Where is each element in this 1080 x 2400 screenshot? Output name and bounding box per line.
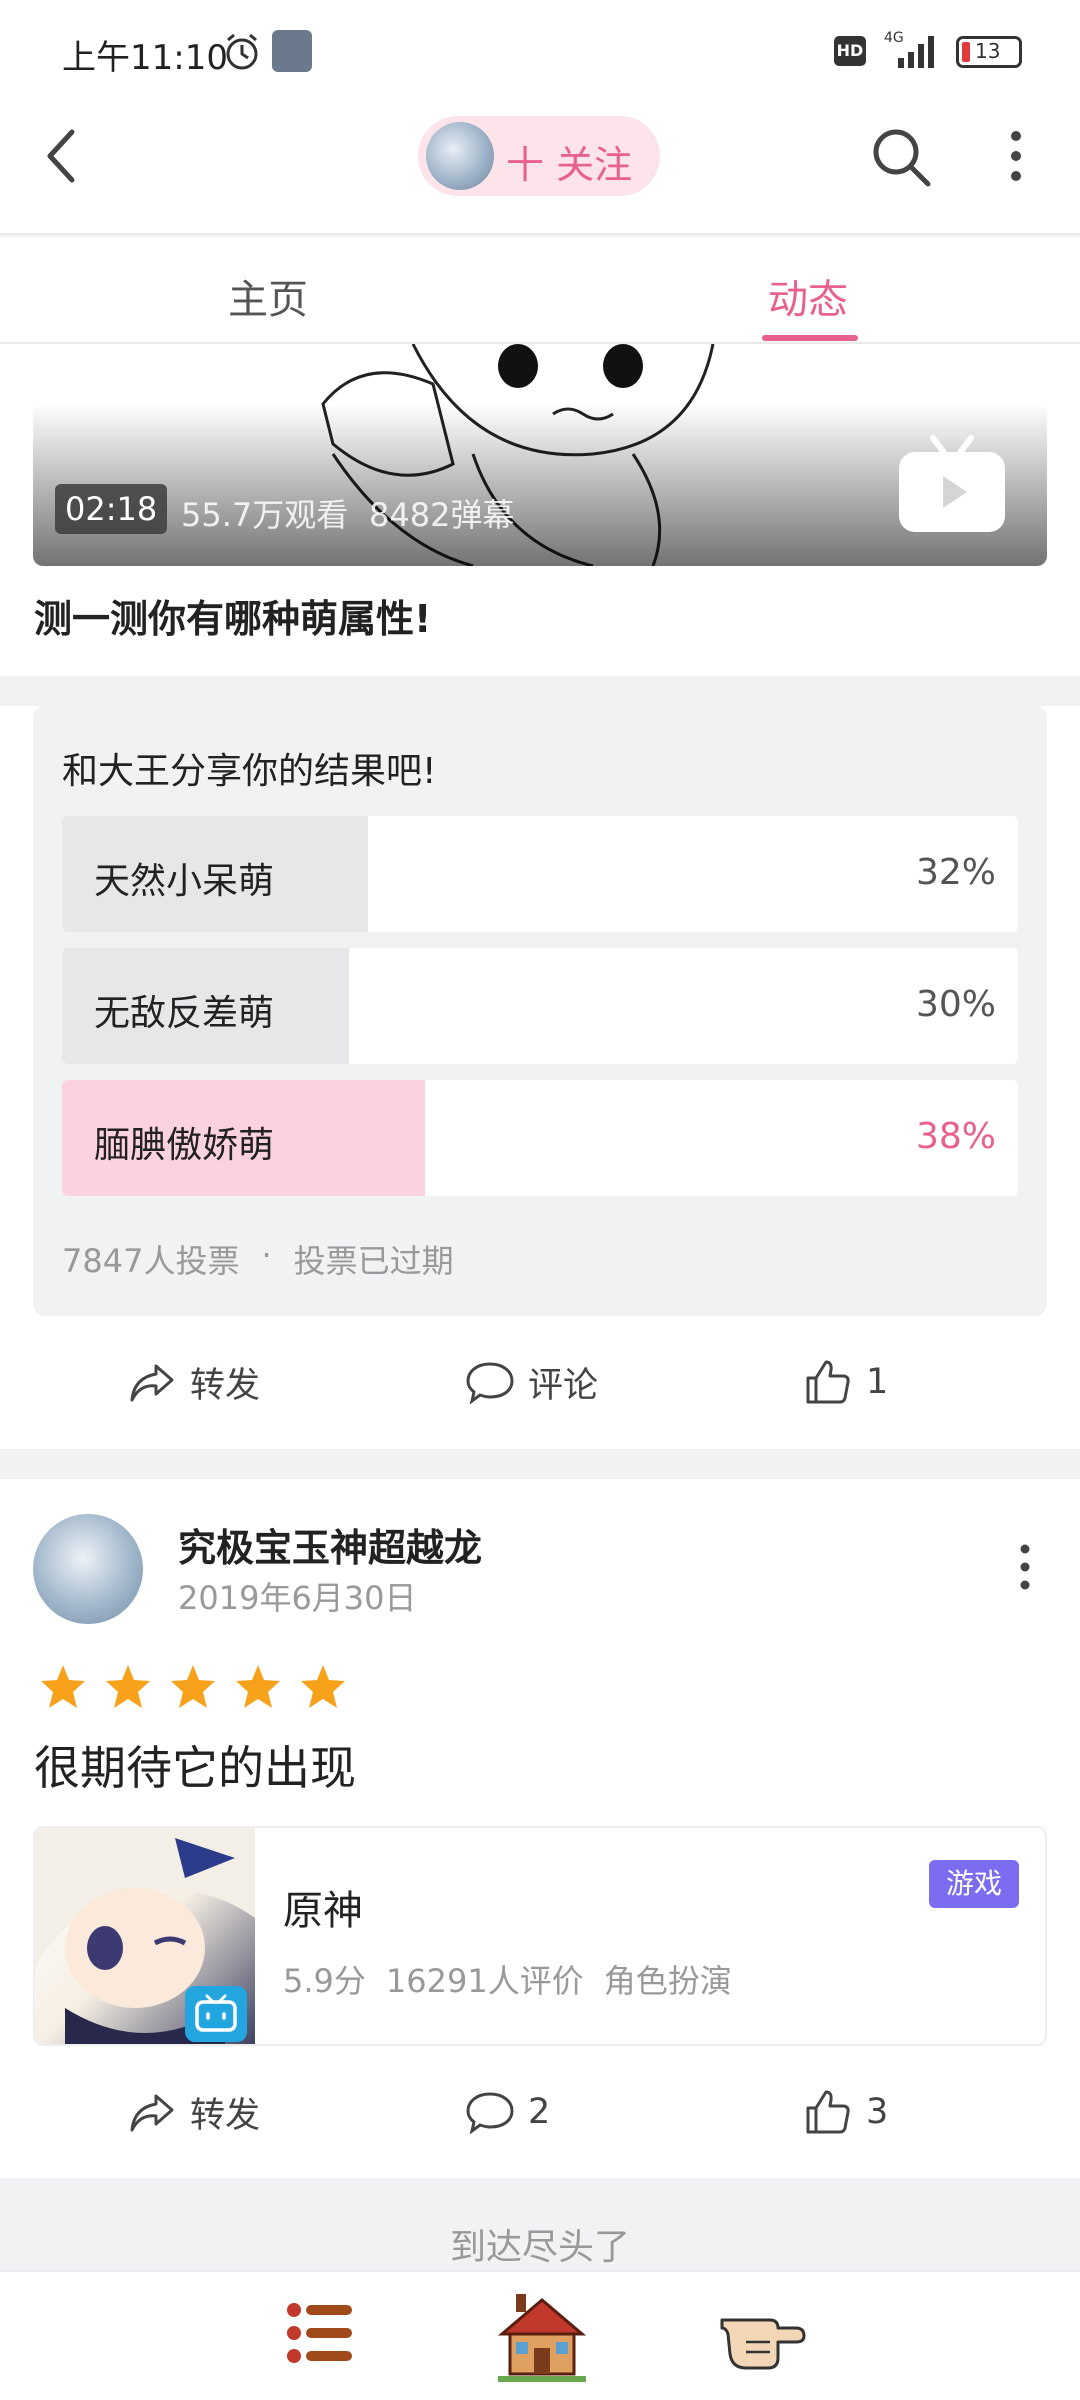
poll-option-percent: 32% xyxy=(915,852,996,893)
like-count: 1 xyxy=(866,1362,889,1402)
poll-option-label: 天然小呆萌 xyxy=(94,861,275,902)
alarm-icon xyxy=(226,33,258,70)
comment-label: 评论 xyxy=(528,1365,599,1406)
game-review-count: 16291人评价 xyxy=(385,1962,584,2000)
share-button[interactable]: 转发 xyxy=(126,2086,260,2138)
avatar xyxy=(426,122,494,190)
poll-option: 无敌反差萌 30% xyxy=(62,948,1018,1064)
poll-status: 投票已过期 xyxy=(293,1242,454,1280)
author-avatar[interactable] xyxy=(33,1514,143,1624)
game-card[interactable]: 原神 游戏 5.9分 16291人评价 角色扮演 xyxy=(33,1826,1047,2046)
tab-dynamics[interactable]: 动态 xyxy=(768,267,848,325)
poll-option-percent: 38% xyxy=(915,1116,996,1157)
post-date: 2019年6月30日 xyxy=(178,1579,417,1617)
follow-pill[interactable]: 十 关注 xyxy=(418,116,660,196)
poll-option-percent: 30% xyxy=(915,984,996,1025)
video-danmaku: 8482弹幕 xyxy=(369,496,515,534)
comment-count: 2 xyxy=(528,2092,551,2132)
author-name[interactable]: 究极宝玉神超越龙 xyxy=(178,1517,482,1572)
game-name: 原神 xyxy=(283,1888,363,1934)
star-icon xyxy=(171,1665,215,1708)
battery-icon: 13 xyxy=(956,36,1022,68)
poll-option-label: 腼腆傲娇萌 xyxy=(94,1125,275,1166)
app-notification-icon xyxy=(272,30,312,72)
poll-separator: · xyxy=(261,1236,272,1274)
share-icon xyxy=(130,1364,174,1402)
bottom-nav xyxy=(0,2270,1080,2400)
review-text: 很期待它的出现 xyxy=(34,1741,356,1795)
video-duration: 02:18 xyxy=(55,484,168,534)
like-count: 3 xyxy=(866,2092,889,2132)
star-icon xyxy=(301,1665,345,1708)
share-button[interactable]: 转发 xyxy=(126,1356,260,1408)
more-icon[interactable] xyxy=(998,126,1034,186)
poll-footer: 7847人投票 · 投票已过期 xyxy=(62,1236,454,1282)
poll-option: 天然小呆萌 32% xyxy=(62,816,1018,932)
video-thumbnail[interactable]: 02:18 55.7万观看 8482弹幕 xyxy=(33,344,1047,566)
comment-icon xyxy=(466,1362,514,1405)
game-meta: 5.9分 16291人评价 角色扮演 xyxy=(283,1956,732,2002)
poll-option-label: 无敌反差萌 xyxy=(94,993,275,1034)
game-score: 5.9分 xyxy=(283,1962,366,2000)
search-icon[interactable] xyxy=(868,124,934,190)
status-time: 上午11:10 xyxy=(62,38,228,78)
pointing-hand-icon[interactable] xyxy=(718,2300,810,2374)
post-more-icon[interactable] xyxy=(1008,1539,1042,1595)
end-of-feed-text: 到达尽头了 xyxy=(449,2227,630,2268)
star-icon xyxy=(106,1665,150,1708)
game-genre: 角色扮演 xyxy=(603,1962,732,2000)
hd-icon: HD xyxy=(834,36,866,66)
thumbs-up-icon xyxy=(806,1360,850,1404)
poll-post: 和大王分享你的结果吧! 天然小呆萌 32% 无敌反差萌 30% 腼腆傲娇萌 38… xyxy=(0,706,1080,1449)
game-badge: 游戏 xyxy=(929,1860,1019,1908)
back-icon[interactable] xyxy=(40,126,84,186)
game-cover xyxy=(35,1828,255,2044)
like-button[interactable]: 1 xyxy=(802,1356,888,1408)
star-icon xyxy=(236,1665,280,1708)
video-post: 02:18 55.7万观看 8482弹幕 测一测你有哪种萌属性! xyxy=(0,344,1080,676)
thumbs-up-icon xyxy=(806,2090,850,2134)
tab-home[interactable]: 主页 xyxy=(228,267,308,325)
video-views: 55.7万观看 xyxy=(181,496,349,534)
comment-button[interactable]: 2 xyxy=(464,2086,550,2138)
share-label: 转发 xyxy=(190,1365,261,1406)
follow-button[interactable]: 十 关注 xyxy=(506,134,632,189)
home-house-icon[interactable] xyxy=(498,2290,586,2382)
bilibili-badge-icon xyxy=(185,1986,247,2042)
poll-option-selected: 腼腆傲娇萌 38% xyxy=(62,1080,1018,1196)
like-button[interactable]: 3 xyxy=(802,2086,888,2138)
list-menu-icon[interactable] xyxy=(284,2296,358,2370)
tv-play-icon[interactable] xyxy=(895,432,1009,536)
star-icon xyxy=(41,1665,85,1708)
tab-indicator xyxy=(762,335,858,341)
poll-prompt: 和大王分享你的结果吧! xyxy=(62,751,437,792)
comment-button[interactable]: 评论 xyxy=(464,1356,598,1408)
top-bar: 十 关注 xyxy=(0,100,1080,235)
status-bar: 上午11:10 HD 4G 13 xyxy=(0,0,1080,100)
share-icon xyxy=(130,2094,174,2132)
tab-bar: 主页 动态 xyxy=(0,237,1080,344)
battery-level: 13 xyxy=(975,39,1001,63)
video-title[interactable]: 测一测你有哪种萌属性! xyxy=(34,588,431,643)
signal-icon xyxy=(898,36,934,68)
poll-votes: 7847人投票 xyxy=(62,1242,240,1280)
comment-icon xyxy=(466,2092,514,2135)
share-label: 转发 xyxy=(190,2095,261,2136)
